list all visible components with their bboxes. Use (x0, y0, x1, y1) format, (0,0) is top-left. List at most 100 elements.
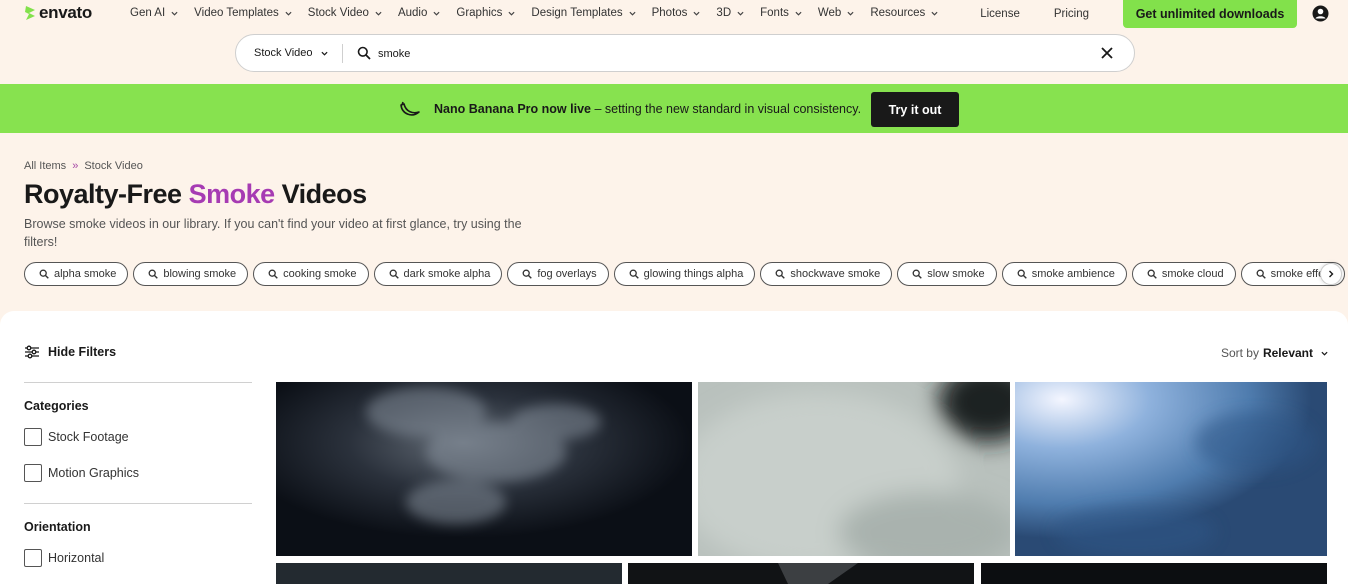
chips-next-button[interactable] (1320, 263, 1342, 285)
close-icon[interactable] (1100, 46, 1114, 60)
search-category-select[interactable]: Stock Video (254, 47, 328, 59)
breadcrumb-stock-video[interactable]: Stock Video (84, 160, 143, 172)
smoke-preview-image (276, 382, 692, 556)
video-thumbnail[interactable] (276, 563, 622, 584)
video-thumbnail[interactable] (981, 563, 1327, 584)
smoke-preview-image (1015, 382, 1327, 556)
related-search-chip[interactable]: dark smoke alpha (373, 262, 503, 286)
nav-item-resources[interactable]: Resources (870, 7, 938, 19)
filters-sidebar: Categories Stock Footage Motion Graphics… (24, 382, 252, 567)
chevron-down-icon (433, 11, 440, 16)
filter-group-categories: Categories (24, 399, 89, 413)
nav-item-video-templates[interactable]: Video Templates (194, 7, 292, 19)
related-search-chip[interactable]: alpha smoke (24, 262, 129, 286)
related-search-chips: alpha smoke blowing smoke cooking smoke dar… (24, 262, 1348, 287)
page-description: Browse smoke videos in our library. If y… (24, 217, 522, 249)
breadcrumb-all-items[interactable]: All Items (24, 160, 66, 172)
license-link[interactable]: License (980, 8, 1020, 20)
chip-label: dark smoke alpha (403, 268, 491, 280)
hide-filters-button[interactable]: Hide Filters (24, 345, 116, 359)
chevron-down-icon (375, 11, 382, 16)
smoke-preview-image (628, 563, 974, 584)
try-it-out-button[interactable]: Try it out (871, 92, 959, 127)
chip-label: smoke ambience (1031, 268, 1115, 280)
nav-item-3d[interactable]: 3D (716, 7, 744, 19)
video-thumbnail[interactable] (1015, 382, 1327, 556)
chevron-right-icon (1329, 270, 1334, 278)
sort-dropdown[interactable]: Sort by Relevant (1221, 346, 1328, 360)
chevron-down-icon (285, 11, 292, 16)
chevron-down-icon (629, 11, 636, 16)
nav-item-label: Audio (397, 7, 428, 19)
account-icon[interactable] (1312, 5, 1329, 22)
related-search-chip[interactable]: blowing smoke (133, 262, 249, 286)
envato-leaf-icon (25, 6, 35, 20)
search-icon (912, 269, 923, 279)
search-icon (629, 269, 639, 279)
related-search-chip[interactable]: shockwave smoke (760, 262, 893, 286)
filter-option-label: Stock Footage (48, 430, 129, 444)
filter-option-stock-footage[interactable]: Stock Footage (24, 428, 252, 446)
nav-item-label: Fonts (760, 7, 789, 19)
related-search-chip[interactable]: slow smoke (897, 262, 997, 286)
video-thumbnail[interactable] (628, 563, 974, 584)
chevron-down-icon (1321, 351, 1328, 356)
chevron-down-icon (320, 51, 328, 56)
title-accent: Smoke (188, 179, 276, 209)
search-icon (522, 269, 533, 279)
sort-label: Sort by (1220, 346, 1259, 360)
nav-item-web[interactable]: Web (818, 7, 854, 19)
chip-label: slow smoke (927, 268, 985, 280)
breadcrumb: All Items » Stock Video (24, 160, 143, 172)
chip-label: alpha smoke (54, 268, 117, 280)
pricing-link[interactable]: Pricing (1054, 8, 1089, 20)
related-search-chip[interactable]: glowing things alpha (613, 262, 756, 286)
search-icon (268, 269, 278, 279)
chip-label: blowing smoke (163, 268, 237, 280)
search-icon (148, 269, 159, 279)
video-thumbnail[interactable] (698, 382, 1010, 556)
brand-name: envato (39, 3, 92, 22)
smoke-preview-image (698, 382, 1010, 556)
chip-label: smoke cloud (1161, 268, 1224, 280)
nav-item-gen-ai[interactable]: Gen AI (130, 7, 178, 19)
banner-rest: – setting the new standard in visual con… (590, 102, 862, 116)
filter-divider (24, 382, 252, 383)
chevron-down-icon (693, 11, 700, 16)
checkbox[interactable] (24, 549, 42, 567)
nav-item-design-templates[interactable]: Design Templates (531, 7, 636, 19)
top-nav: envato Gen AI Video Templates Stock Video A… (0, 0, 1348, 28)
search-input[interactable] (378, 44, 1078, 64)
related-search-chip[interactable]: smoke cloud (1131, 262, 1236, 286)
search-icon (39, 269, 49, 279)
related-search-chip[interactable]: smoke ambience (1001, 262, 1127, 286)
nav-right: License Pricing Get unlimited downloads (980, 0, 1348, 28)
related-search-chip[interactable]: fog overlays (507, 262, 609, 286)
filter-option-motion-graphics[interactable]: Motion Graphics (24, 464, 252, 482)
nav-item-label: 3D (716, 7, 732, 19)
filter-divider (24, 503, 252, 504)
nav-item-fonts[interactable]: Fonts (760, 7, 802, 19)
chevron-down-icon (737, 11, 744, 16)
search-category-label: Stock Video (254, 47, 313, 59)
hide-filters-label: Hide Filters (48, 345, 117, 359)
related-search-chip[interactable]: cooking smoke (253, 262, 369, 286)
video-thumbnail[interactable] (276, 382, 692, 556)
nav-item-photos[interactable]: Photos (652, 7, 701, 19)
envato-logo[interactable]: envato (24, 3, 92, 23)
chevron-down-icon (171, 11, 178, 16)
nav-item-audio[interactable]: Audio (398, 7, 440, 19)
search-divider (342, 44, 343, 63)
title-pre: Royalty-Free (24, 179, 189, 209)
breadcrumb-separator: » (72, 160, 79, 172)
filter-option-label: Horizontal (48, 551, 105, 565)
nav-item-label: Photos (651, 7, 688, 19)
checkbox[interactable] (24, 428, 42, 446)
get-unlimited-downloads-button[interactable]: Get unlimited downloads (1123, 0, 1297, 28)
checkbox[interactable] (24, 464, 42, 482)
nav-item-graphics[interactable]: Graphics (456, 7, 515, 19)
filter-group-orientation: Orientation (24, 520, 91, 534)
search-icon (1017, 269, 1027, 279)
nav-item-stock-video[interactable]: Stock Video (308, 7, 382, 19)
filter-option-horizontal[interactable]: Horizontal (24, 549, 252, 567)
